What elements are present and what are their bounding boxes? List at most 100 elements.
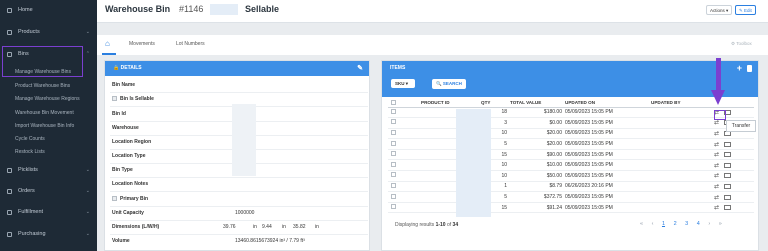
next-page-icon[interactable]: › bbox=[708, 221, 710, 227]
inventory-icon[interactable] bbox=[724, 194, 731, 200]
total-value-cell: $372.75 bbox=[510, 191, 565, 203]
transfer-highlight-box bbox=[714, 110, 726, 120]
table-row[interactable]: 10 $20.00 05/09/2023 15:05 PM ⇄ bbox=[388, 128, 754, 140]
row-checkbox[interactable] bbox=[391, 129, 396, 135]
row-checkbox[interactable] bbox=[391, 108, 396, 114]
table-row[interactable]: 5 $20.00 05/09/2023 15:05 PM ⇄ bbox=[388, 138, 754, 150]
chevron-up-icon: ⌃ bbox=[85, 51, 90, 57]
row-actions: ⇄ bbox=[713, 149, 754, 161]
row-checkbox[interactable] bbox=[391, 151, 396, 157]
tab-movements[interactable]: Movements bbox=[129, 41, 155, 47]
sidebar-item-cycle-counts[interactable]: Cycle Counts bbox=[15, 136, 45, 142]
select-all-checkbox[interactable] bbox=[391, 99, 396, 105]
total-value-cell: $0.00 bbox=[510, 117, 565, 129]
redacted-details-values bbox=[232, 104, 256, 176]
table-row[interactable]: 15 $91.24 05/09/2023 15:05 PM ⇄ bbox=[388, 202, 754, 214]
volume-value: 13460.8615673924 in³ / 7.79 ft³ bbox=[235, 238, 305, 244]
page-title: Warehouse Bin bbox=[105, 4, 171, 14]
row-actions: ⇄ bbox=[713, 170, 754, 182]
search-button[interactable]: 🔍 SEARCH bbox=[432, 79, 466, 89]
row-checkbox[interactable] bbox=[391, 204, 396, 210]
add-icon[interactable]: + bbox=[737, 61, 742, 76]
prev-page-icon[interactable]: ‹ bbox=[652, 221, 654, 227]
transfer-icon[interactable]: ⇄ bbox=[713, 119, 720, 126]
location-region-label: Location Region bbox=[112, 139, 152, 145]
table-row[interactable]: 5 $372.75 05/09/2023 15:05 PM ⇄ bbox=[388, 191, 754, 203]
transfer-icon[interactable]: ⇄ bbox=[713, 204, 720, 211]
page-2[interactable]: 2 bbox=[674, 221, 677, 227]
is-sellable-label: Bin Is Sellable bbox=[120, 96, 154, 102]
row-checkbox[interactable] bbox=[391, 119, 396, 125]
col-updated-by[interactable]: UPDATED BY bbox=[651, 99, 713, 108]
table-row[interactable]: 3 $0.00 05/09/2023 15:05 PM ⇄ bbox=[388, 117, 754, 129]
last-page-icon[interactable]: » bbox=[719, 221, 722, 227]
row-checkbox[interactable] bbox=[391, 140, 396, 146]
inventory-icon[interactable] bbox=[724, 162, 731, 168]
tab-home[interactable]: ⌂ bbox=[105, 39, 115, 50]
table-row[interactable]: 10 $10.00 05/09/2023 15:05 PM ⇄ bbox=[388, 159, 754, 172]
purchasing-icon bbox=[7, 231, 12, 237]
sidebar-item-restock-lists[interactable]: Restock Lists bbox=[15, 149, 45, 155]
col-total-value[interactable]: TOTAL VALUE bbox=[510, 99, 565, 108]
row-checkbox[interactable] bbox=[391, 182, 396, 188]
col-updated-on[interactable]: UPDATED ON bbox=[565, 99, 651, 108]
row-select-cell bbox=[388, 107, 421, 119]
row-select-cell bbox=[388, 149, 421, 161]
sidebar-item-import-warehouse-bin-info[interactable]: Import Warehouse Bin Info bbox=[15, 123, 74, 129]
table-row[interactable]: 10 $50.00 05/09/2023 15:05 PM ⇄ bbox=[388, 170, 754, 182]
nav-orders[interactable]: Orders ⌄ bbox=[0, 183, 97, 199]
nav-home[interactable]: Home bbox=[0, 2, 97, 18]
updated-on-cell: 05/09/2023 15:05 PM bbox=[565, 170, 651, 182]
sidebar-item-manage-warehouse-bins[interactable]: Manage Warehouse Bins bbox=[15, 69, 71, 75]
export-icon[interactable] bbox=[747, 65, 752, 72]
table-row[interactable]: 15 $90.00 05/09/2023 15:05 PM ⇄ bbox=[388, 149, 754, 161]
sidebar-item-manage-warehouse-regions[interactable]: Manage Warehouse Regions bbox=[15, 96, 80, 102]
nav-products[interactable]: Products ⌄ bbox=[0, 24, 97, 40]
primary-bin-checkbox[interactable] bbox=[112, 196, 117, 201]
row-select-cell bbox=[388, 128, 421, 140]
select-all-cell bbox=[388, 99, 421, 108]
transfer-icon[interactable]: ⇄ bbox=[713, 172, 720, 179]
home-icon bbox=[7, 7, 12, 13]
search-label: SEARCH bbox=[442, 81, 462, 86]
sidebar-item-product-warehouse-bins[interactable]: Product Warehouse Bins bbox=[15, 83, 70, 89]
lock-icon: 🔒 bbox=[113, 65, 120, 71]
table-row[interactable]: 1 $8.79 06/26/2023 20:16 PM ⇄ bbox=[388, 181, 754, 193]
col-product-id[interactable]: PRODUCT ID bbox=[421, 99, 481, 108]
nav-picklists[interactable]: Picklists ⌄ bbox=[0, 162, 97, 178]
page-3[interactable]: 3 bbox=[685, 221, 688, 227]
filter-field-select[interactable]: SKU ▾ bbox=[391, 79, 415, 88]
transfer-icon[interactable]: ⇄ bbox=[713, 151, 720, 158]
col-qty[interactable]: QTY bbox=[481, 99, 510, 108]
nav-fulfillment[interactable]: Fulfillment ⌄ bbox=[0, 204, 97, 220]
location-notes-label: Location Notes bbox=[112, 181, 149, 187]
sidebar-item-warehouse-bin-movement[interactable]: Warehouse Bin Movement bbox=[15, 110, 74, 116]
nav-purchasing[interactable]: Purchasing ⌄ bbox=[0, 226, 97, 242]
transfer-icon[interactable]: ⇄ bbox=[713, 183, 720, 190]
primary-bin-label: Primary Bin bbox=[120, 196, 149, 202]
toolbox-button[interactable]: ⚙ Toolbox bbox=[731, 41, 752, 47]
table-row[interactable]: 18 $180.00 05/09/2023 15:05 PM ⇄ bbox=[388, 107, 754, 119]
inventory-icon[interactable] bbox=[724, 152, 731, 158]
actions-button[interactable]: Actions ▾ bbox=[706, 5, 733, 15]
row-checkbox[interactable] bbox=[391, 193, 396, 199]
row-checkbox[interactable] bbox=[391, 172, 396, 178]
inventory-icon[interactable] bbox=[724, 173, 731, 179]
pencil-icon[interactable]: ✎ bbox=[357, 61, 363, 76]
transfer-icon[interactable]: ⇄ bbox=[713, 141, 720, 148]
volume-label: Volume bbox=[112, 238, 130, 244]
page-4[interactable]: 4 bbox=[697, 221, 700, 227]
transfer-icon[interactable]: ⇄ bbox=[713, 162, 720, 169]
orders-icon bbox=[7, 188, 12, 194]
transfer-icon[interactable]: ⇄ bbox=[713, 194, 720, 201]
row-checkbox[interactable] bbox=[391, 161, 396, 167]
inventory-icon[interactable] bbox=[724, 183, 731, 189]
is-sellable-checkbox[interactable] bbox=[112, 96, 117, 101]
first-page-icon[interactable]: « bbox=[640, 221, 643, 227]
edit-button[interactable]: ✎ Edit bbox=[735, 5, 756, 15]
transfer-icon[interactable]: ⇄ bbox=[713, 130, 720, 137]
inventory-icon[interactable] bbox=[724, 141, 731, 147]
tab-lot-numbers[interactable]: Lot Numbers bbox=[176, 41, 205, 47]
page-1[interactable]: 1 bbox=[662, 221, 665, 227]
inventory-icon[interactable] bbox=[724, 205, 731, 211]
